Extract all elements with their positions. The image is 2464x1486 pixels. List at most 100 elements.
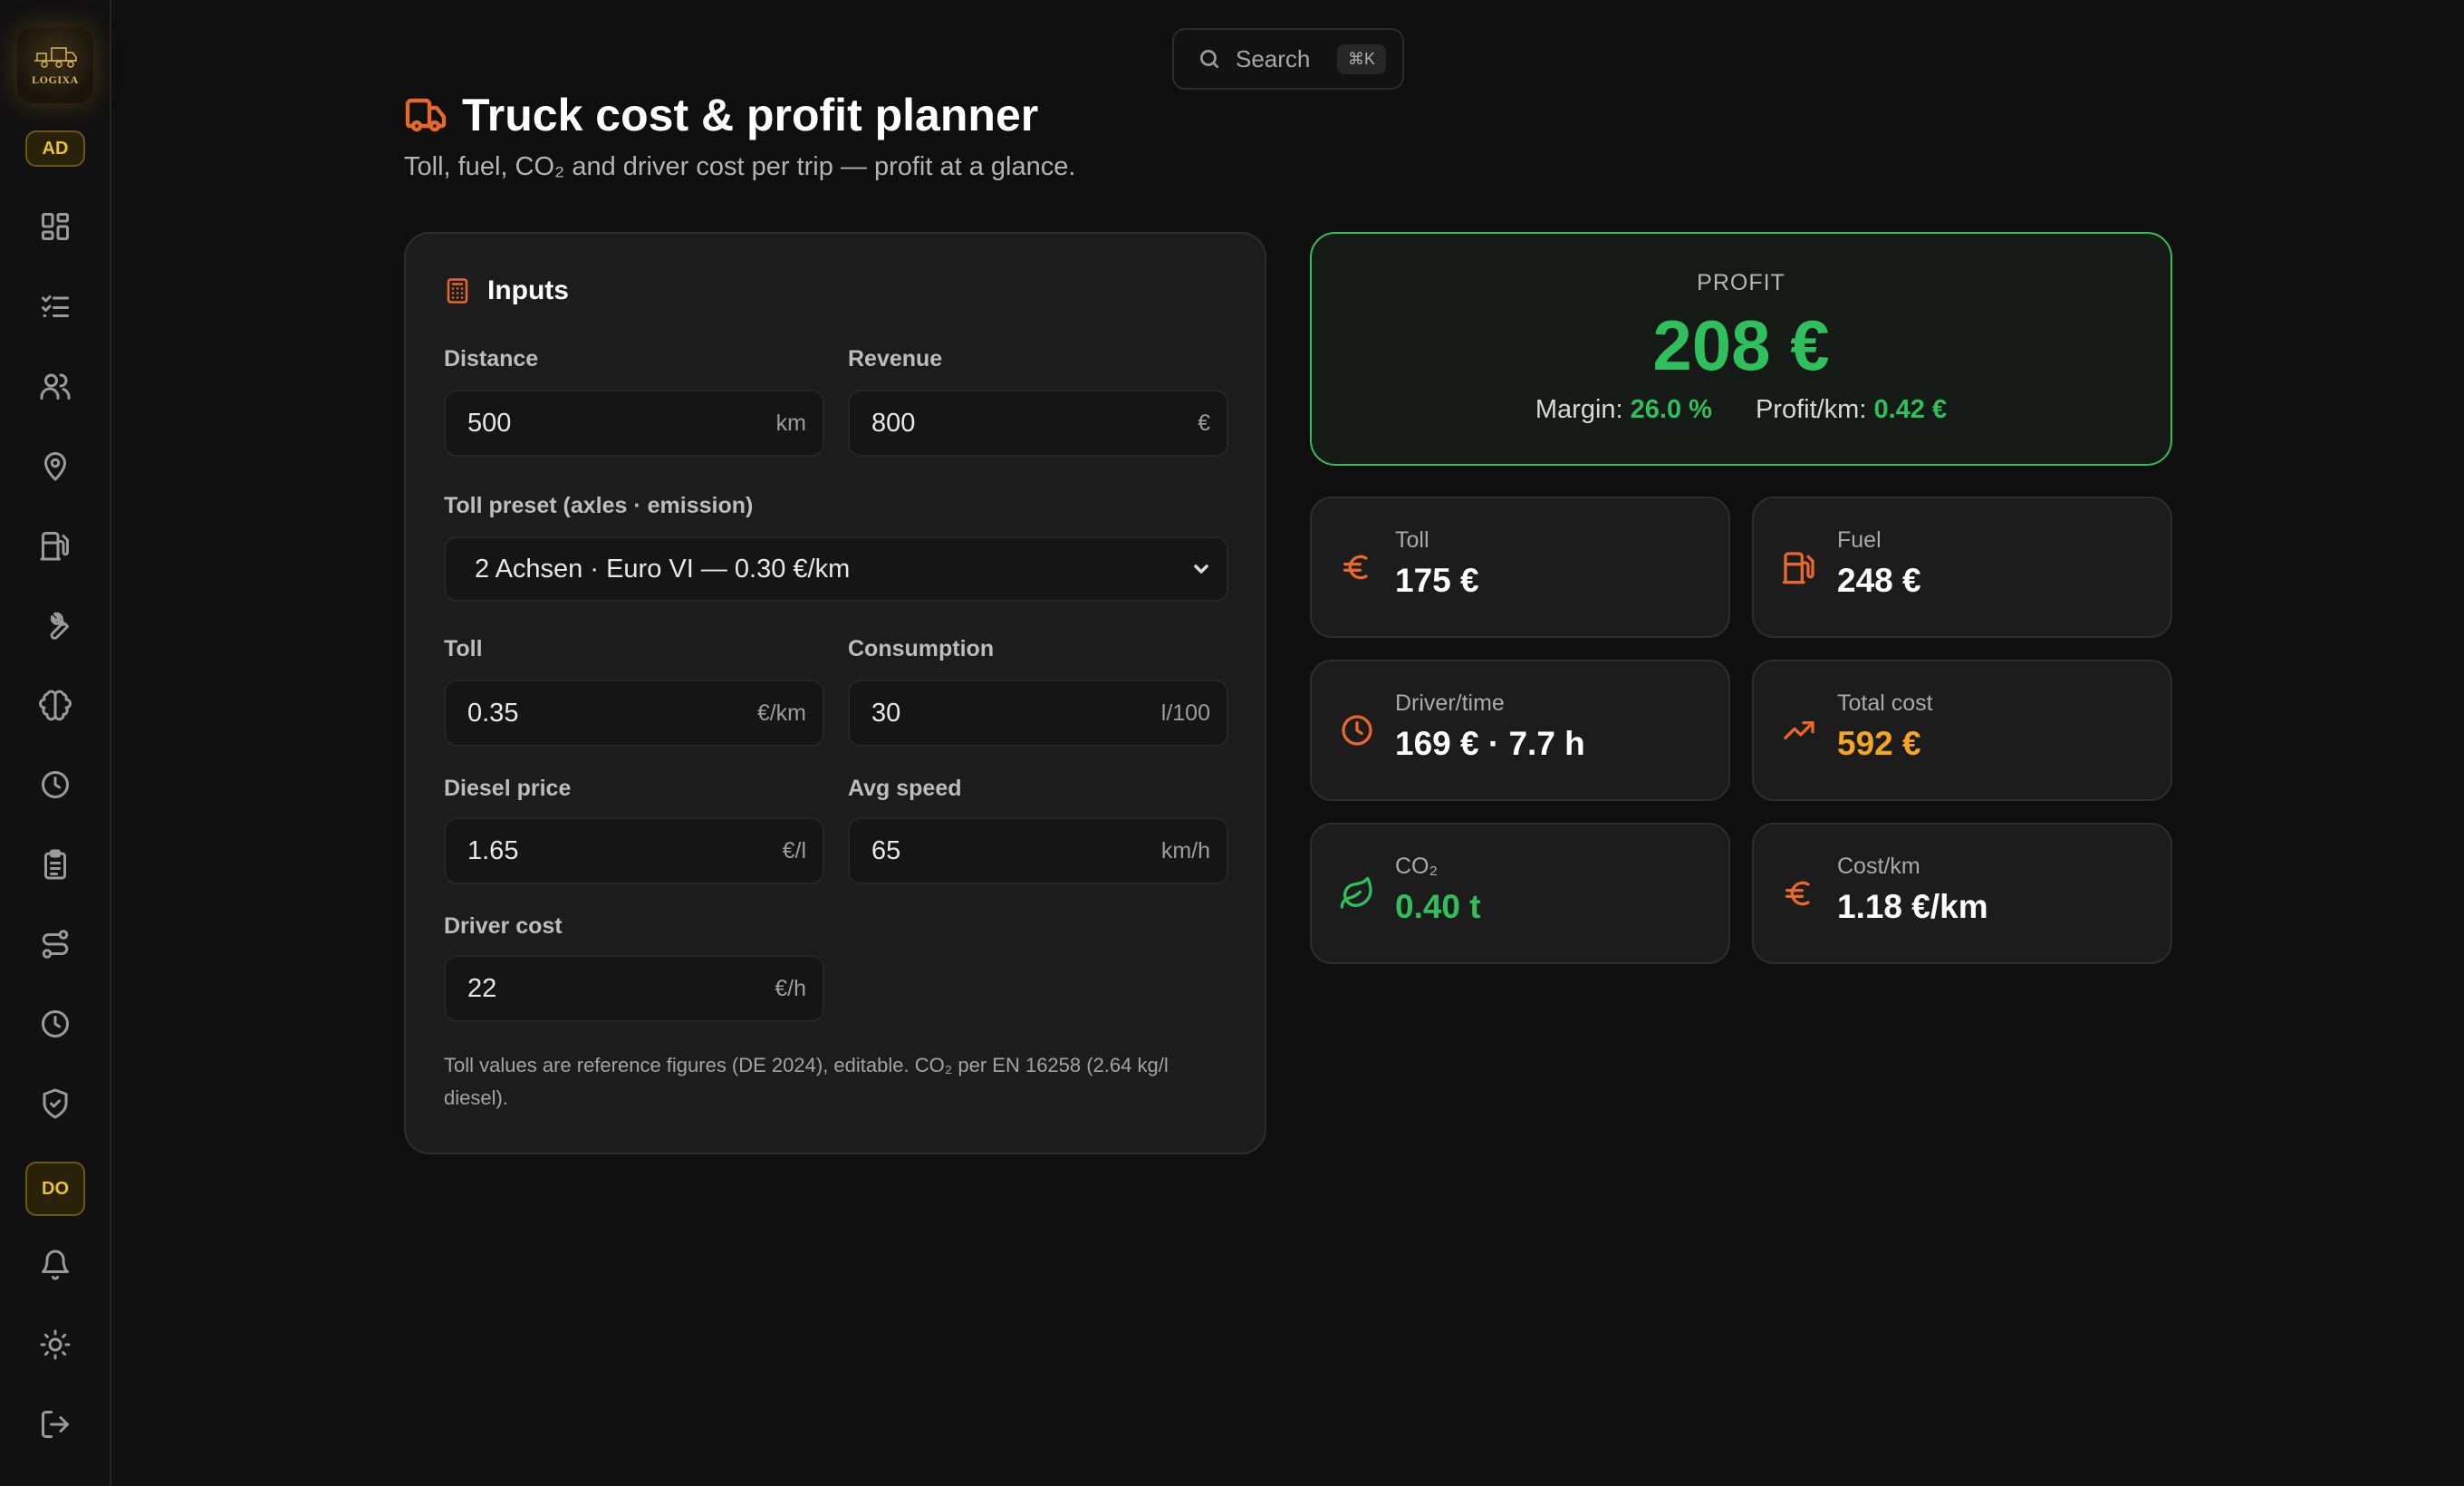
consumption-value: 30 [871, 698, 901, 728]
margin-value: 26.0 % [1630, 395, 1712, 424]
total-cost-stat-value: 592 € [1837, 725, 1921, 762]
diesel-price-value: 1.65 [467, 835, 519, 865]
diesel-price-unit: €/l [782, 837, 806, 864]
truck-logo-icon [34, 46, 77, 68]
toll-label: Toll [444, 636, 483, 661]
user-badge[interactable]: DO [25, 1162, 85, 1216]
profit-card: PROFIT 208 € Margin: 26.0 % Profit/km: 0… [1310, 232, 2172, 466]
inputs-card: Inputs Distance 500 km Revenue 800 € Tol… [404, 232, 1266, 1154]
dashboard-icon[interactable] [37, 208, 73, 245]
toll-preset-value: 2 Achsen · Euro VI — 0.30 €/km [475, 554, 851, 584]
trending-up-icon [1781, 712, 1817, 748]
profit-per-km-label: Profit/km: [1755, 395, 1867, 424]
leaf-icon [1339, 875, 1375, 912]
co2-stat-card: CO₂ 0.40 t [1310, 823, 1730, 964]
fuel-pump-icon[interactable] [37, 527, 73, 564]
shield-check-icon[interactable] [37, 1086, 73, 1122]
clock-icon [1339, 712, 1375, 748]
logo-text: LOGIXA [32, 72, 79, 86]
toll-stat-label: Toll [1395, 527, 1429, 553]
toll-value: 0.35 [467, 698, 519, 728]
distance-value: 500 [467, 408, 512, 438]
co2-stat-value: 0.40 t [1395, 888, 1481, 925]
map-pin-icon[interactable] [37, 448, 73, 484]
revenue-label: Revenue [848, 346, 943, 372]
logo[interactable]: LOGIXA [17, 27, 93, 103]
avg-speed-unit: km/h [1160, 837, 1210, 864]
fuel-stat-card: Fuel 248 € [1752, 497, 2172, 638]
search-icon [1199, 49, 1219, 69]
history-icon[interactable] [37, 1006, 73, 1042]
distance-unit: km [775, 410, 806, 436]
toll-field[interactable]: 0.35 €/km [444, 680, 824, 747]
driver-cost-field[interactable]: 22 €/h [444, 955, 824, 1022]
total-cost-stat-label: Total cost [1837, 690, 1933, 716]
diesel-price-label: Diesel price [444, 776, 572, 801]
consumption-label: Consumption [848, 636, 995, 661]
page-title: Truck cost & profit planner [462, 90, 1039, 140]
cost-per-km-stat-value: 1.18 €/km [1837, 888, 1988, 925]
sun-icon[interactable] [37, 1327, 73, 1363]
toll-unit: €/km [756, 700, 806, 726]
cost-per-km-stat-card: Cost/km 1.18 €/km [1752, 823, 2172, 964]
admin-badge[interactable]: AD [25, 130, 85, 167]
profit-per-km-stat: Profit/km: 0.42 € [1756, 395, 1947, 425]
total-cost-stat-card: Total cost 592 € [1752, 660, 2172, 801]
chevron-down-icon [1194, 564, 1208, 574]
profit-label: PROFIT [1697, 270, 1785, 295]
driver-time-stat-value: 169 € · 7.7 h [1395, 725, 1585, 762]
driver-time-stat-card: Driver/time 169 € · 7.7 h [1310, 660, 1730, 801]
page-subtitle: Toll, fuel, CO₂ and driver cost per trip… [404, 152, 1076, 181]
route-icon[interactable] [37, 926, 73, 962]
avg-speed-label: Avg speed [848, 776, 962, 801]
bell-icon[interactable] [37, 1247, 73, 1283]
page-header: Truck cost & profit planner [404, 89, 1038, 141]
toll-stat-card: Toll 175 € [1310, 497, 1730, 638]
toll-preset-label: Toll preset (axles · emission) [444, 493, 754, 518]
co2-stat-label: CO₂ [1395, 854, 1439, 879]
toll-preset-select[interactable]: 2 Achsen · Euro VI — 0.30 €/km [444, 536, 1228, 602]
fuel-stat-label: Fuel [1837, 527, 1882, 553]
sidebar: LOGIXA AD DO [0, 0, 111, 1486]
diesel-price-field[interactable]: 1.65 €/l [444, 817, 824, 884]
profit-meta: Margin: 26.0 % Profit/km: 0.42 € [1312, 395, 2170, 425]
profit-value: 208 € [1652, 305, 1830, 385]
margin-stat: Margin: 26.0 % [1535, 395, 1712, 425]
clipboard-icon[interactable] [37, 846, 73, 883]
inputs-title: Inputs [487, 275, 569, 305]
truck-icon [405, 98, 447, 132]
fuel-pump-icon [1781, 549, 1817, 585]
inputs-note: Toll values are reference figures (DE 20… [444, 1054, 1169, 1109]
driver-cost-value: 22 [467, 973, 497, 1003]
brain-icon[interactable] [37, 687, 73, 723]
clock-icon[interactable] [37, 767, 73, 803]
consumption-unit: l/100 [1160, 700, 1210, 726]
avg-speed-field[interactable]: 65 km/h [848, 817, 1228, 884]
driver-cost-unit: €/h [775, 975, 806, 1001]
driver-time-stat-label: Driver/time [1395, 690, 1505, 716]
margin-label: Margin: [1535, 395, 1623, 424]
revenue-unit: € [1198, 410, 1210, 436]
revenue-field[interactable]: 800 € [848, 390, 1228, 457]
euro-icon [1339, 549, 1375, 585]
logout-icon[interactable] [37, 1406, 73, 1443]
euro-icon [1781, 875, 1817, 912]
search-shortcut: ⌘K [1336, 43, 1386, 74]
search-bar[interactable]: Search ⌘K [1172, 28, 1404, 90]
search-label: Search [1236, 44, 1311, 72]
driver-cost-label: Driver cost [444, 913, 563, 939]
cost-per-km-stat-label: Cost/km [1837, 854, 1920, 879]
calculator-icon [447, 278, 468, 304]
users-icon[interactable] [37, 368, 73, 404]
avg-speed-value: 65 [871, 835, 901, 865]
inputs-header: Inputs [444, 275, 569, 306]
distance-label: Distance [444, 346, 539, 372]
profit-per-km-value: 0.42 € [1873, 395, 1948, 424]
wrench-icon[interactable] [37, 607, 73, 643]
fuel-stat-value: 248 € [1837, 562, 1921, 599]
checklist-icon[interactable] [37, 288, 73, 324]
consumption-field[interactable]: 30 l/100 [848, 680, 1228, 747]
revenue-value: 800 [871, 408, 916, 438]
toll-stat-value: 175 € [1395, 562, 1479, 599]
distance-field[interactable]: 500 km [444, 390, 824, 457]
